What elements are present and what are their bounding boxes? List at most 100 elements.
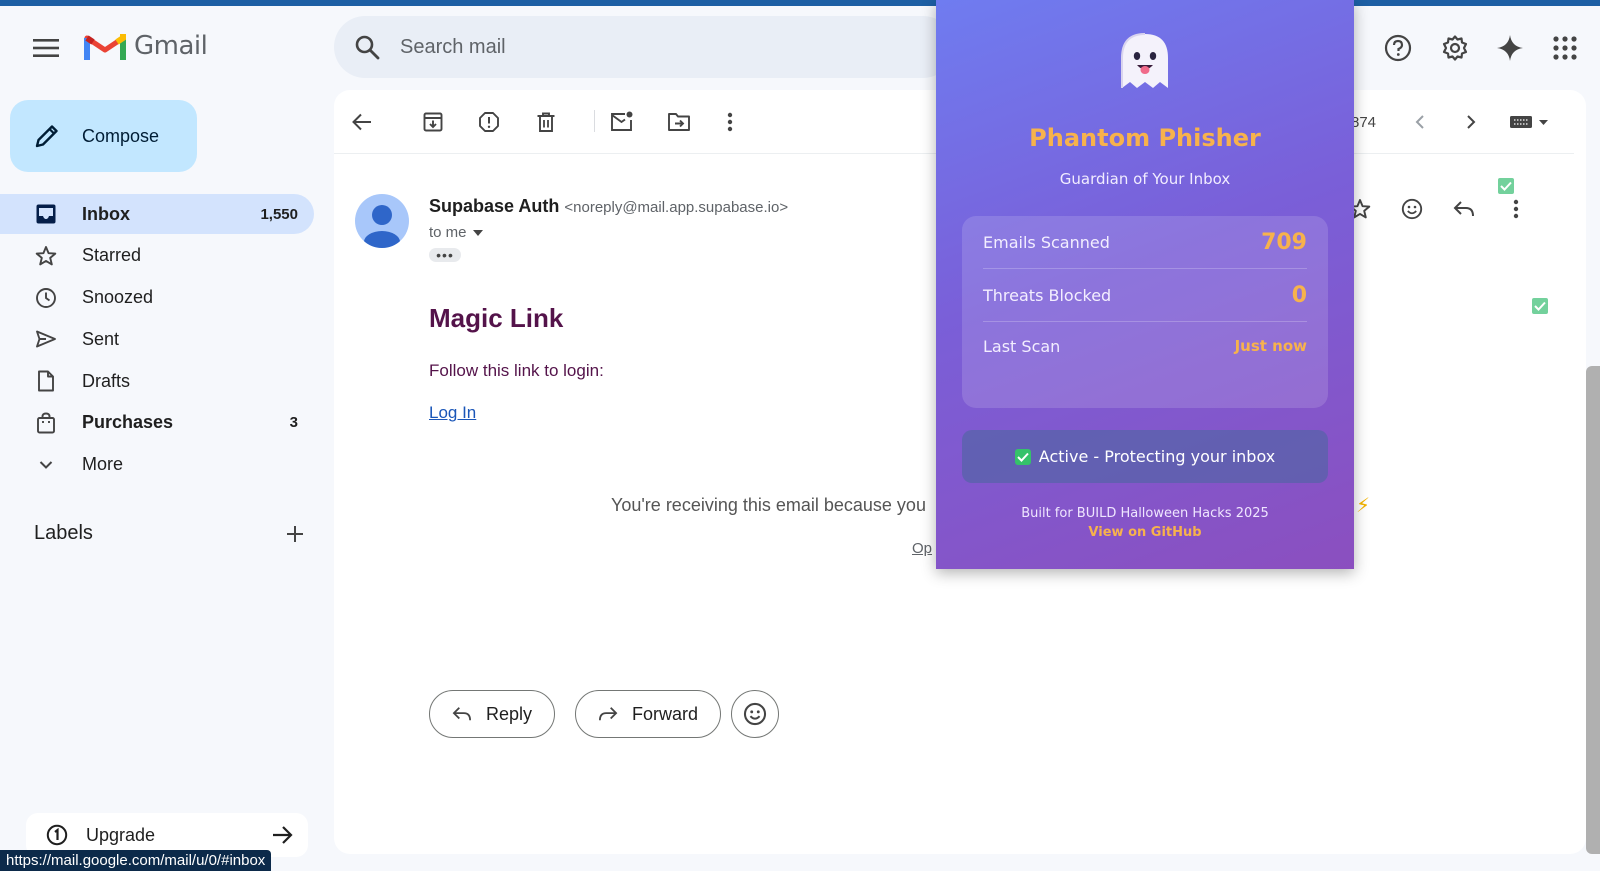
mark-unread-button[interactable] (606, 106, 638, 138)
github-link[interactable]: View on GitHub (936, 525, 1354, 540)
stat-row-last-scan: Last Scan Just now (983, 322, 1307, 370)
sidebar-item-sent[interactable]: Sent (0, 319, 314, 359)
reply-icon (1453, 201, 1474, 217)
help-icon (1384, 34, 1412, 62)
verified-check-icon (1498, 178, 1514, 194)
stat-value: Just now (1234, 337, 1307, 355)
chevron-down-icon (34, 453, 58, 477)
recipient-label: to me (429, 224, 467, 241)
newer-button[interactable] (1404, 106, 1436, 138)
reply-icon (452, 707, 471, 721)
help-button[interactable] (1380, 30, 1416, 66)
older-button[interactable] (1455, 106, 1487, 138)
avatar[interactable] (355, 194, 409, 248)
input-tools-button[interactable] (1504, 106, 1554, 138)
apps-button[interactable] (1547, 30, 1583, 66)
more-options-button[interactable] (714, 106, 746, 138)
hamburger-icon (33, 39, 59, 57)
main-menu-button[interactable] (30, 32, 62, 64)
sidebar-nav: Inbox 1,550 Starred Snoozed Sent Drafts … (0, 194, 314, 487)
sidebar-item-drafts[interactable]: Drafts (0, 361, 314, 401)
email-heading: Magic Link (429, 303, 564, 333)
stat-label: Threats Blocked (983, 285, 1112, 305)
sparkle-icon (1497, 35, 1523, 61)
toolbar-divider (594, 110, 595, 132)
archive-button[interactable] (417, 106, 449, 138)
page-count: 874 (1351, 114, 1377, 131)
reply-icon-button[interactable] (1448, 193, 1480, 225)
email-body-text: Follow this link to login: (429, 361, 604, 380)
stat-label: Emails Scanned (983, 232, 1110, 252)
search-icon[interactable] (354, 34, 380, 60)
arrow-right-icon (273, 826, 293, 844)
login-link[interactable]: Log In (429, 403, 476, 423)
sidebar-item-label: More (82, 454, 124, 475)
status-bar-url: https://mail.google.com/mail/u/0/#inbox (0, 850, 272, 871)
gear-icon (1442, 35, 1468, 61)
scrollbar[interactable] (1586, 366, 1600, 854)
chevron-left-icon (1415, 115, 1424, 129)
gmail-logo[interactable]: Gmail (84, 30, 208, 62)
delete-button[interactable] (530, 106, 562, 138)
smiley-icon (743, 702, 767, 726)
mark-unread-icon (611, 111, 633, 131)
stats-card: Emails Scanned 709 Threats Blocked 0 Las… (962, 216, 1328, 408)
sidebar-item-label: Sent (82, 328, 120, 349)
move-to-button[interactable] (663, 106, 695, 138)
sidebar-item-label: Inbox (82, 203, 130, 224)
emoji-reaction-button[interactable] (731, 690, 779, 738)
sidebar-item-more[interactable]: More (0, 445, 314, 485)
sidebar-item-starred[interactable]: Starred (0, 236, 314, 276)
stat-label: Last Scan (983, 336, 1061, 356)
sidebar-item-label: Drafts (82, 370, 131, 391)
sidebar-item-label: Purchases (82, 412, 174, 433)
checkbox-checked-icon (1014, 448, 1031, 465)
sidebar-item-purchases[interactable]: Purchases 3 (0, 403, 314, 443)
search-bar[interactable] (334, 16, 954, 78)
compose-button[interactable]: Compose (10, 100, 197, 172)
report-spam-button[interactable] (473, 106, 505, 138)
settings-button[interactable] (1437, 30, 1473, 66)
sender-line: Supabase Auth <noreply@mail.app.supabase… (429, 196, 788, 217)
sender-name[interactable]: Supabase Auth (429, 196, 559, 216)
more-vert-icon (727, 112, 733, 132)
stat-value: 0 (1291, 282, 1307, 308)
email-footer-link[interactable]: Op (912, 540, 932, 557)
gemini-button[interactable] (1492, 30, 1528, 66)
labels-heading: Labels (34, 522, 93, 544)
message-more-button[interactable] (1500, 193, 1532, 225)
built-for-text: Built for BUILD Halloween Hacks 2025 (1021, 506, 1269, 521)
status-label: Active - Protecting your inbox (1038, 447, 1276, 466)
sidebar-item-inbox[interactable]: Inbox 1,550 (0, 194, 314, 234)
star-icon (34, 244, 58, 268)
upgrade-label: Upgrade (86, 824, 156, 845)
unread-count: 1,550 (260, 205, 298, 223)
plus-icon[interactable] (286, 525, 304, 543)
recipient-details-toggle[interactable]: to me (429, 224, 483, 241)
report-spam-icon (479, 112, 499, 132)
gmail-m-icon (84, 34, 126, 60)
reply-label: Reply (486, 703, 533, 724)
draft-file-icon (34, 369, 58, 393)
chevron-right-icon (1467, 115, 1476, 129)
shopping-bag-icon (34, 411, 58, 435)
labels-section: Labels (34, 522, 304, 545)
reply-button[interactable]: Reply (429, 690, 556, 738)
app-name: Gmail (134, 31, 208, 61)
unread-count: 3 (289, 414, 298, 432)
protection-status-toggle[interactable]: Active - Protecting your inbox (962, 430, 1328, 483)
caret-down-icon (472, 229, 483, 236)
add-reaction-button[interactable] (1396, 193, 1428, 225)
phantom-phisher-popup: Phantom Phisher Guardian of Your Inbox E… (936, 0, 1354, 569)
sidebar-item-snoozed[interactable]: Snoozed (0, 278, 314, 318)
search-input[interactable] (400, 35, 900, 59)
forward-label: Forward (632, 703, 699, 724)
back-button[interactable] (346, 106, 378, 138)
person-icon (364, 205, 400, 248)
show-trimmed-content-button[interactable]: ••• (429, 248, 461, 262)
forward-button[interactable]: Forward (575, 690, 722, 738)
smiley-icon (1401, 198, 1423, 220)
compose-label: Compose (82, 125, 160, 146)
sidebar-item-label: Starred (82, 245, 142, 266)
clock-icon (34, 286, 58, 310)
